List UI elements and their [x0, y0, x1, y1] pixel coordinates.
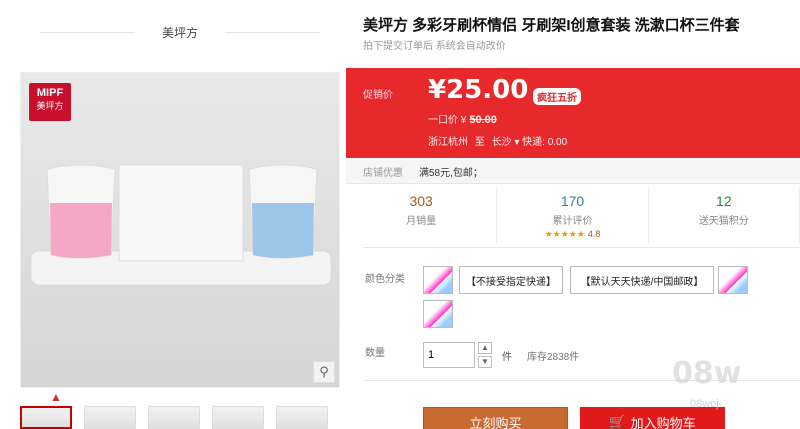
brand-logo: MIPF 美坪方 — [29, 83, 71, 121]
quantity-input[interactable] — [423, 342, 475, 368]
color-option-text[interactable]: 【默认天天快递/中国邮政】 — [570, 266, 714, 294]
stats-row: 303 月销量 170 累计评价 ★★★★★ 4.8 12 送天猫积分 — [346, 186, 800, 244]
stat-points: 12 送天猫积分 — [649, 186, 800, 244]
divider — [40, 32, 135, 33]
zoom-icon[interactable]: ⚲ — [313, 361, 335, 383]
store-promo: 店铺优惠 满58元,包邮； — [346, 160, 800, 184]
thumbnail[interactable] — [212, 406, 264, 429]
decrease-icon[interactable]: ▼ — [478, 356, 492, 368]
ship-from: 浙江杭州 — [428, 137, 468, 148]
thumbnail[interactable] — [148, 406, 200, 429]
color-option-text[interactable]: 【不接受指定快递】 — [459, 266, 563, 294]
shipping-info: 浙江杭州 至 长沙 ▾ 快递: 0.00 — [428, 137, 568, 148]
stat-reviews[interactable]: 170 累计评价 ★★★★★ 4.8 — [497, 186, 649, 244]
price-label: 促销价 — [363, 90, 393, 101]
quantity-unit: 件 — [502, 352, 512, 363]
add-to-cart-button[interactable]: 🛒 加入购物车 — [580, 407, 725, 429]
chevron-down-icon[interactable]: ▾ — [514, 137, 519, 148]
promo-value: 满58元,包邮； — [419, 168, 483, 179]
store-header: 美坪方 — [20, 10, 340, 54]
star-rating: ★★★★★ 4.8 — [544, 229, 601, 239]
divider — [363, 247, 800, 248]
current-price: ¥25.00 — [428, 75, 529, 105]
ship-to-select[interactable]: 长沙 — [492, 137, 512, 148]
divider — [225, 32, 320, 33]
chevron-up-icon[interactable]: ▲ — [50, 390, 62, 404]
quantity-stepper[interactable]: ▲ ▼ — [478, 342, 492, 368]
product-subtitle: 拍下提交订单后 系统会自动改价 — [363, 41, 506, 52]
product-title: 美坪方 多彩牙刷杯情侣 牙刷架I创意套装 洗漱口杯三件套 — [363, 17, 740, 34]
original-price: 一口价 ¥50.00 — [428, 114, 497, 126]
quantity-label: 数量 — [365, 348, 385, 359]
stat-monthly-sales: 303 月销量 — [346, 186, 498, 244]
color-option-image[interactable] — [718, 266, 748, 294]
price-panel: 促销价 ¥25.00 疯狂五折 一口价 ¥50.00 浙江杭州 至 长沙 ▾ 快… — [346, 68, 800, 158]
watermark-sub: 08woj — [690, 398, 719, 410]
main-product-image[interactable]: MIPF 美坪方 ⚲ — [20, 72, 340, 388]
thumbnail[interactable] — [276, 406, 328, 429]
store-name[interactable]: 美坪方 — [162, 24, 198, 41]
shipping-fee: 快递: 0.00 — [522, 137, 568, 148]
buy-now-button[interactable]: 立刻购买 — [423, 407, 568, 429]
color-option-label: 颜色分类 — [365, 274, 405, 285]
cart-icon: 🛒 — [609, 414, 626, 429]
color-option-image[interactable] — [423, 300, 453, 328]
stock-count: 库存2838件 — [527, 352, 580, 363]
discount-badge: 疯狂五折 — [533, 88, 581, 105]
watermark: 08w — [672, 356, 742, 391]
increase-icon[interactable]: ▲ — [478, 342, 492, 354]
thumbnail[interactable] — [84, 406, 136, 429]
thumbnail-strip — [20, 406, 328, 429]
color-option-image[interactable] — [423, 266, 453, 294]
thumbnail[interactable] — [20, 406, 72, 429]
